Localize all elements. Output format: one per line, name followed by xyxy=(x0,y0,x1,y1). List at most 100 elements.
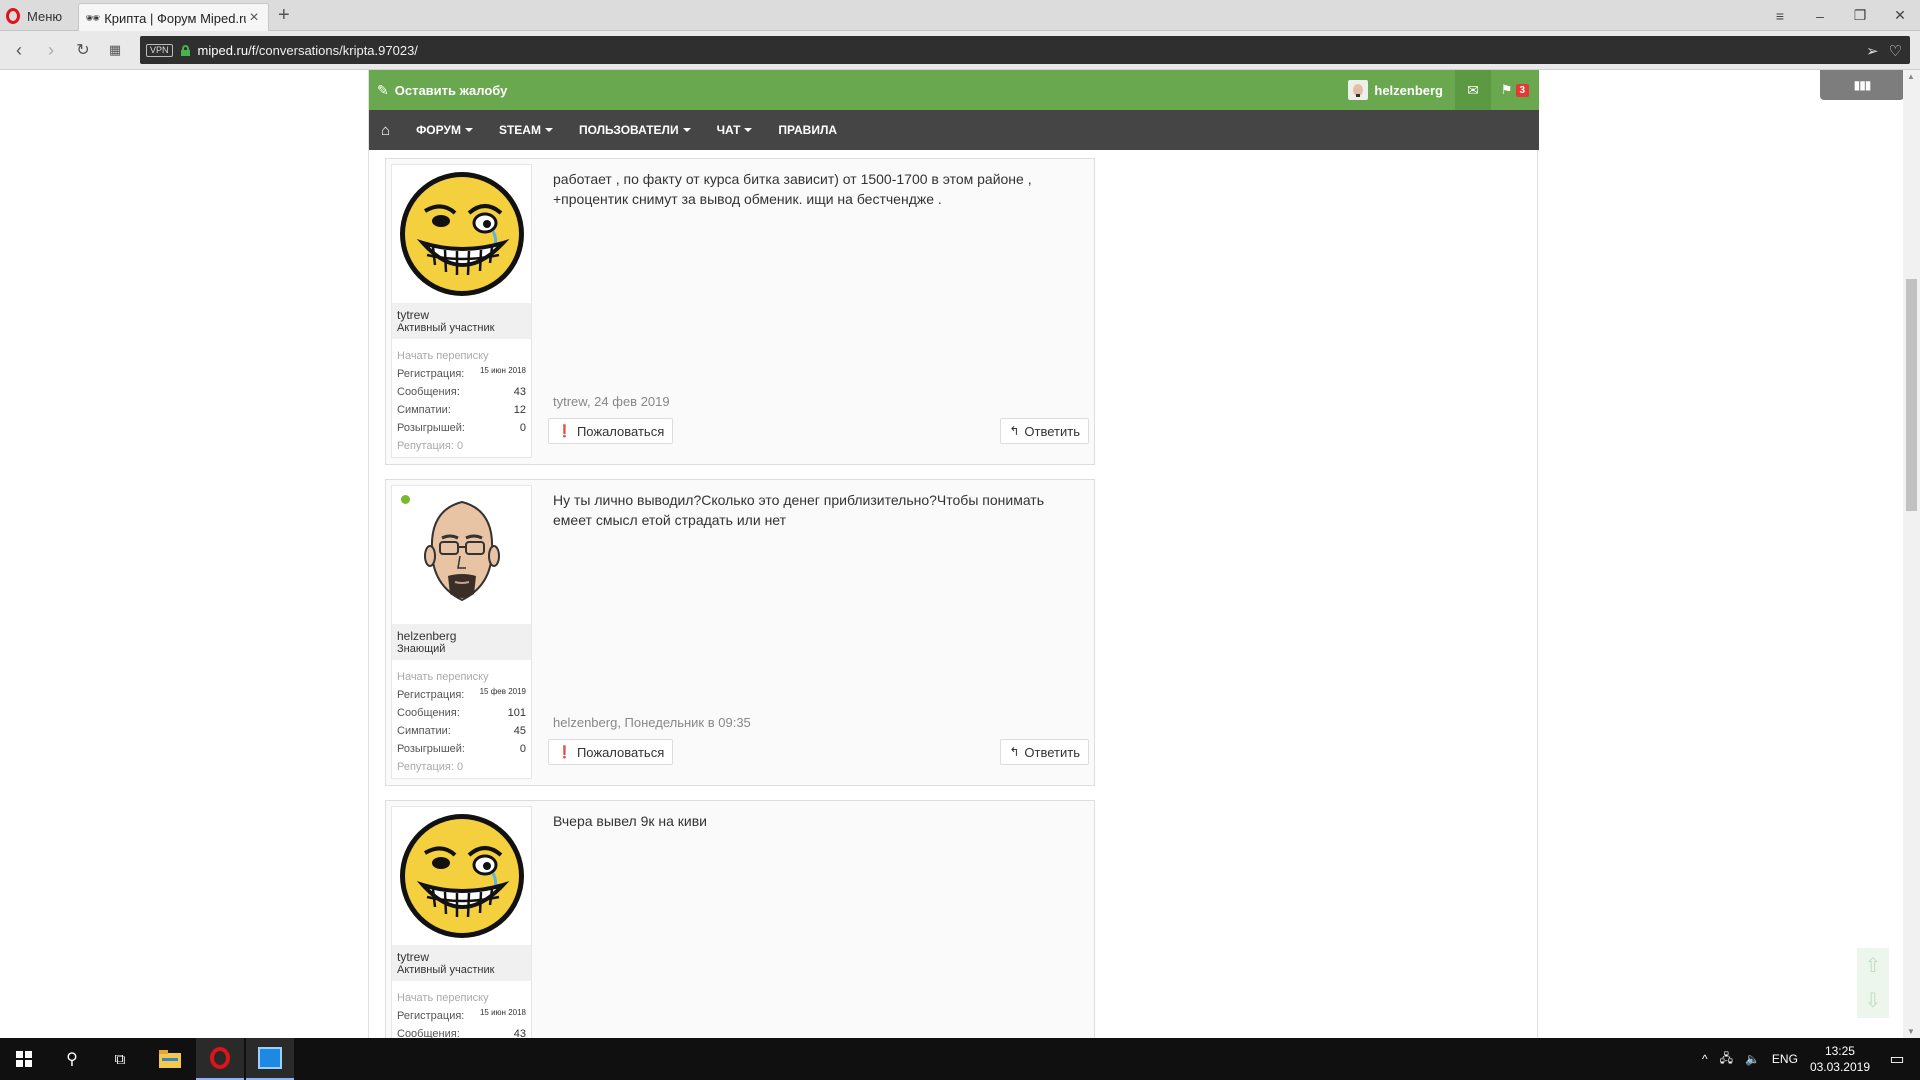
url-field[interactable]: VPN miped.ru/f/conversations/kripta.9702… xyxy=(140,36,1910,64)
new-tab-button[interactable]: + xyxy=(278,5,290,25)
stat-label: Репутация: xyxy=(397,761,454,773)
stat-likes: Симпатии: 45 xyxy=(397,722,526,740)
browser-tab-active[interactable]: 🕶 Крипта | Форум Miped.ru × xyxy=(78,3,269,32)
opera-menu-button[interactable]: Меню xyxy=(6,5,62,27)
windows-start-icon[interactable] xyxy=(0,1038,48,1080)
url-path: /f/conversations/kripta.97023/ xyxy=(248,42,418,58)
clock[interactable]: 13:25 03.03.2019 xyxy=(1810,1043,1870,1075)
stat-giveaways: Розыгрышей: 0 xyxy=(397,740,526,758)
stat-value: 15 июн 2018 xyxy=(479,1008,526,1017)
start-conversation-link[interactable]: Начать переписку xyxy=(397,668,526,686)
tabs-grid-icon[interactable]: ▦ xyxy=(104,39,126,61)
stat-value[interactable]: 101 xyxy=(508,704,526,722)
tray-expand-icon[interactable]: ^ xyxy=(1702,1052,1708,1066)
stat-label: Симпатии: xyxy=(397,404,451,416)
reply-button[interactable]: ↰ Ответить xyxy=(1000,418,1089,444)
user-area: helzenberg ✉ ⚑ 3 xyxy=(1340,70,1539,110)
forum-nav: ⌂ ФОРУМ STEAM ПОЛЬЗОВАТЕЛИ ЧАТ ПРАВИЛА xyxy=(369,110,1539,150)
message-username[interactable]: tytrew xyxy=(397,951,526,964)
stat-reputation: Репутация: 0 xyxy=(397,758,526,776)
stat-value: 0 xyxy=(519,743,526,755)
scrollbar-thumb[interactable] xyxy=(1906,279,1917,511)
message-meta[interactable]: helzenberg, Понедельник в 09:35 xyxy=(553,715,751,730)
message-user-block: helzenberg Знающий Начать переписку Реги… xyxy=(391,485,532,779)
system-tray: ^ 🖧 🔈 ENG 13:25 03.03.2019 xyxy=(1702,1038,1870,1080)
avatar[interactable] xyxy=(392,807,531,945)
bookmark-heart-icon[interactable]: ♡ xyxy=(1889,42,1902,60)
scroll-up-arrow-icon[interactable]: ⇧ xyxy=(1865,953,1882,978)
easy-setup-icon[interactable]: ≡ xyxy=(1760,0,1800,31)
scroll-down-arrow-icon[interactable]: ⇩ xyxy=(1865,988,1882,1013)
file-explorer-icon[interactable] xyxy=(146,1038,194,1080)
menu-label: Меню xyxy=(27,8,63,24)
vpn-badge[interactable]: VPN xyxy=(146,43,173,57)
url-text: miped.ru/f/conversations/kripta.97023/ xyxy=(198,43,418,58)
stat-reputation: Репутация: 0 xyxy=(397,437,526,455)
restore-button[interactable]: ❐ xyxy=(1840,0,1880,31)
avatar[interactable] xyxy=(392,165,531,303)
tab-close-icon[interactable]: × xyxy=(246,9,262,27)
stat-likes: Симпатии: 12 xyxy=(397,401,526,419)
search-icon[interactable]: ⚲ xyxy=(48,1038,96,1080)
report-button[interactable]: ❗ Пожаловаться xyxy=(548,739,674,765)
volume-icon[interactable]: 🔈 xyxy=(1745,1052,1760,1066)
reply-arrow-icon: ↰ xyxy=(1009,745,1020,759)
start-conversation-link[interactable]: Начать переписку xyxy=(397,989,526,1007)
message-username[interactable]: tytrew xyxy=(397,309,526,322)
nav-forum[interactable]: ФОРУМ xyxy=(403,110,486,150)
user-title: Активный участник xyxy=(397,964,495,976)
scroll-up-icon[interactable]: ▲ xyxy=(1907,72,1915,81)
url-domain: miped.ru xyxy=(197,42,249,58)
minimize-button[interactable]: – xyxy=(1800,0,1840,31)
report-link[interactable]: ✎ Оставить жалобу xyxy=(377,70,507,110)
nav-users[interactable]: ПОЛЬЗОВАТЕЛИ xyxy=(566,110,704,150)
user-stats: Начать переписку Регистрация: 15 июн 2018… xyxy=(397,347,526,455)
user-avatar-small xyxy=(1348,80,1369,100)
page-scrollbar[interactable]: ▲ ▼ xyxy=(1903,70,1920,1038)
avatar[interactable] xyxy=(392,486,531,624)
opera-taskbar-icon[interactable] xyxy=(196,1038,244,1080)
current-username: helzenberg xyxy=(1374,82,1443,98)
send-icon[interactable]: ➢ xyxy=(1866,42,1879,60)
alerts-button[interactable]: ⚑ 3 xyxy=(1491,70,1539,110)
mail-icon[interactable]: ✉ xyxy=(1455,70,1491,110)
reply-button[interactable]: ↰ Ответить xyxy=(1000,739,1089,765)
reload-icon[interactable]: ↻ xyxy=(72,39,94,61)
caret-down-icon xyxy=(682,128,691,132)
stat-value[interactable]: 43 xyxy=(514,1025,526,1038)
home-icon[interactable]: ⌂ xyxy=(369,122,403,139)
nav-chat[interactable]: ЧАТ xyxy=(704,110,766,150)
nav-steam[interactable]: STEAM xyxy=(486,110,566,150)
stat-messages: Сообщения: 43 xyxy=(397,1025,526,1038)
nav-rules[interactable]: ПРАВИЛА xyxy=(765,110,850,150)
task-view-icon[interactable]: ⧉ xyxy=(96,1038,144,1080)
stat-value: 12 xyxy=(513,404,526,416)
clock-time: 13:25 xyxy=(1824,1044,1855,1058)
stat-value: 0 xyxy=(456,440,464,452)
message-meta[interactable]: tytrew, 24 фев 2019 xyxy=(553,394,670,409)
user-menu-link[interactable]: helzenberg xyxy=(1340,70,1455,110)
app-taskbar-icon[interactable] xyxy=(246,1038,294,1080)
side-panel-toggle[interactable]: ▮▮▮ xyxy=(1820,70,1904,100)
lock-icon[interactable] xyxy=(180,44,190,56)
close-window-button[interactable]: ✕ xyxy=(1880,0,1920,31)
reply-button-label: Ответить xyxy=(1024,423,1080,439)
stat-value: 45 xyxy=(513,725,526,737)
notifications-icon[interactable]: ▭ xyxy=(1874,1038,1920,1080)
stat-value: 15 июн 2018 xyxy=(479,366,526,375)
user-stats: Начать переписку Регистрация: 15 июн 2018… xyxy=(397,989,526,1038)
nav-chat-label: ЧАТ xyxy=(716,123,741,137)
language-indicator[interactable]: ENG xyxy=(1772,1052,1798,1066)
stat-value[interactable]: 43 xyxy=(514,383,526,401)
message-username[interactable]: helzenberg xyxy=(397,630,526,643)
flag-icon: ⚑ xyxy=(1500,82,1513,97)
forward-arrow-icon[interactable]: › xyxy=(40,39,62,61)
scroll-down-icon[interactable]: ▼ xyxy=(1907,1027,1915,1036)
stat-label: Сообщения: xyxy=(397,707,460,719)
message-text: работает , по факту от курса битка завис… xyxy=(553,171,1032,207)
back-arrow-icon[interactable]: ‹ xyxy=(8,39,30,61)
network-icon[interactable]: 🖧 xyxy=(1720,1049,1733,1070)
laughing-face-avatar-icon xyxy=(399,814,524,938)
start-conversation-link[interactable]: Начать переписку xyxy=(397,347,526,365)
report-button[interactable]: ❗ Пожаловаться xyxy=(548,418,674,444)
